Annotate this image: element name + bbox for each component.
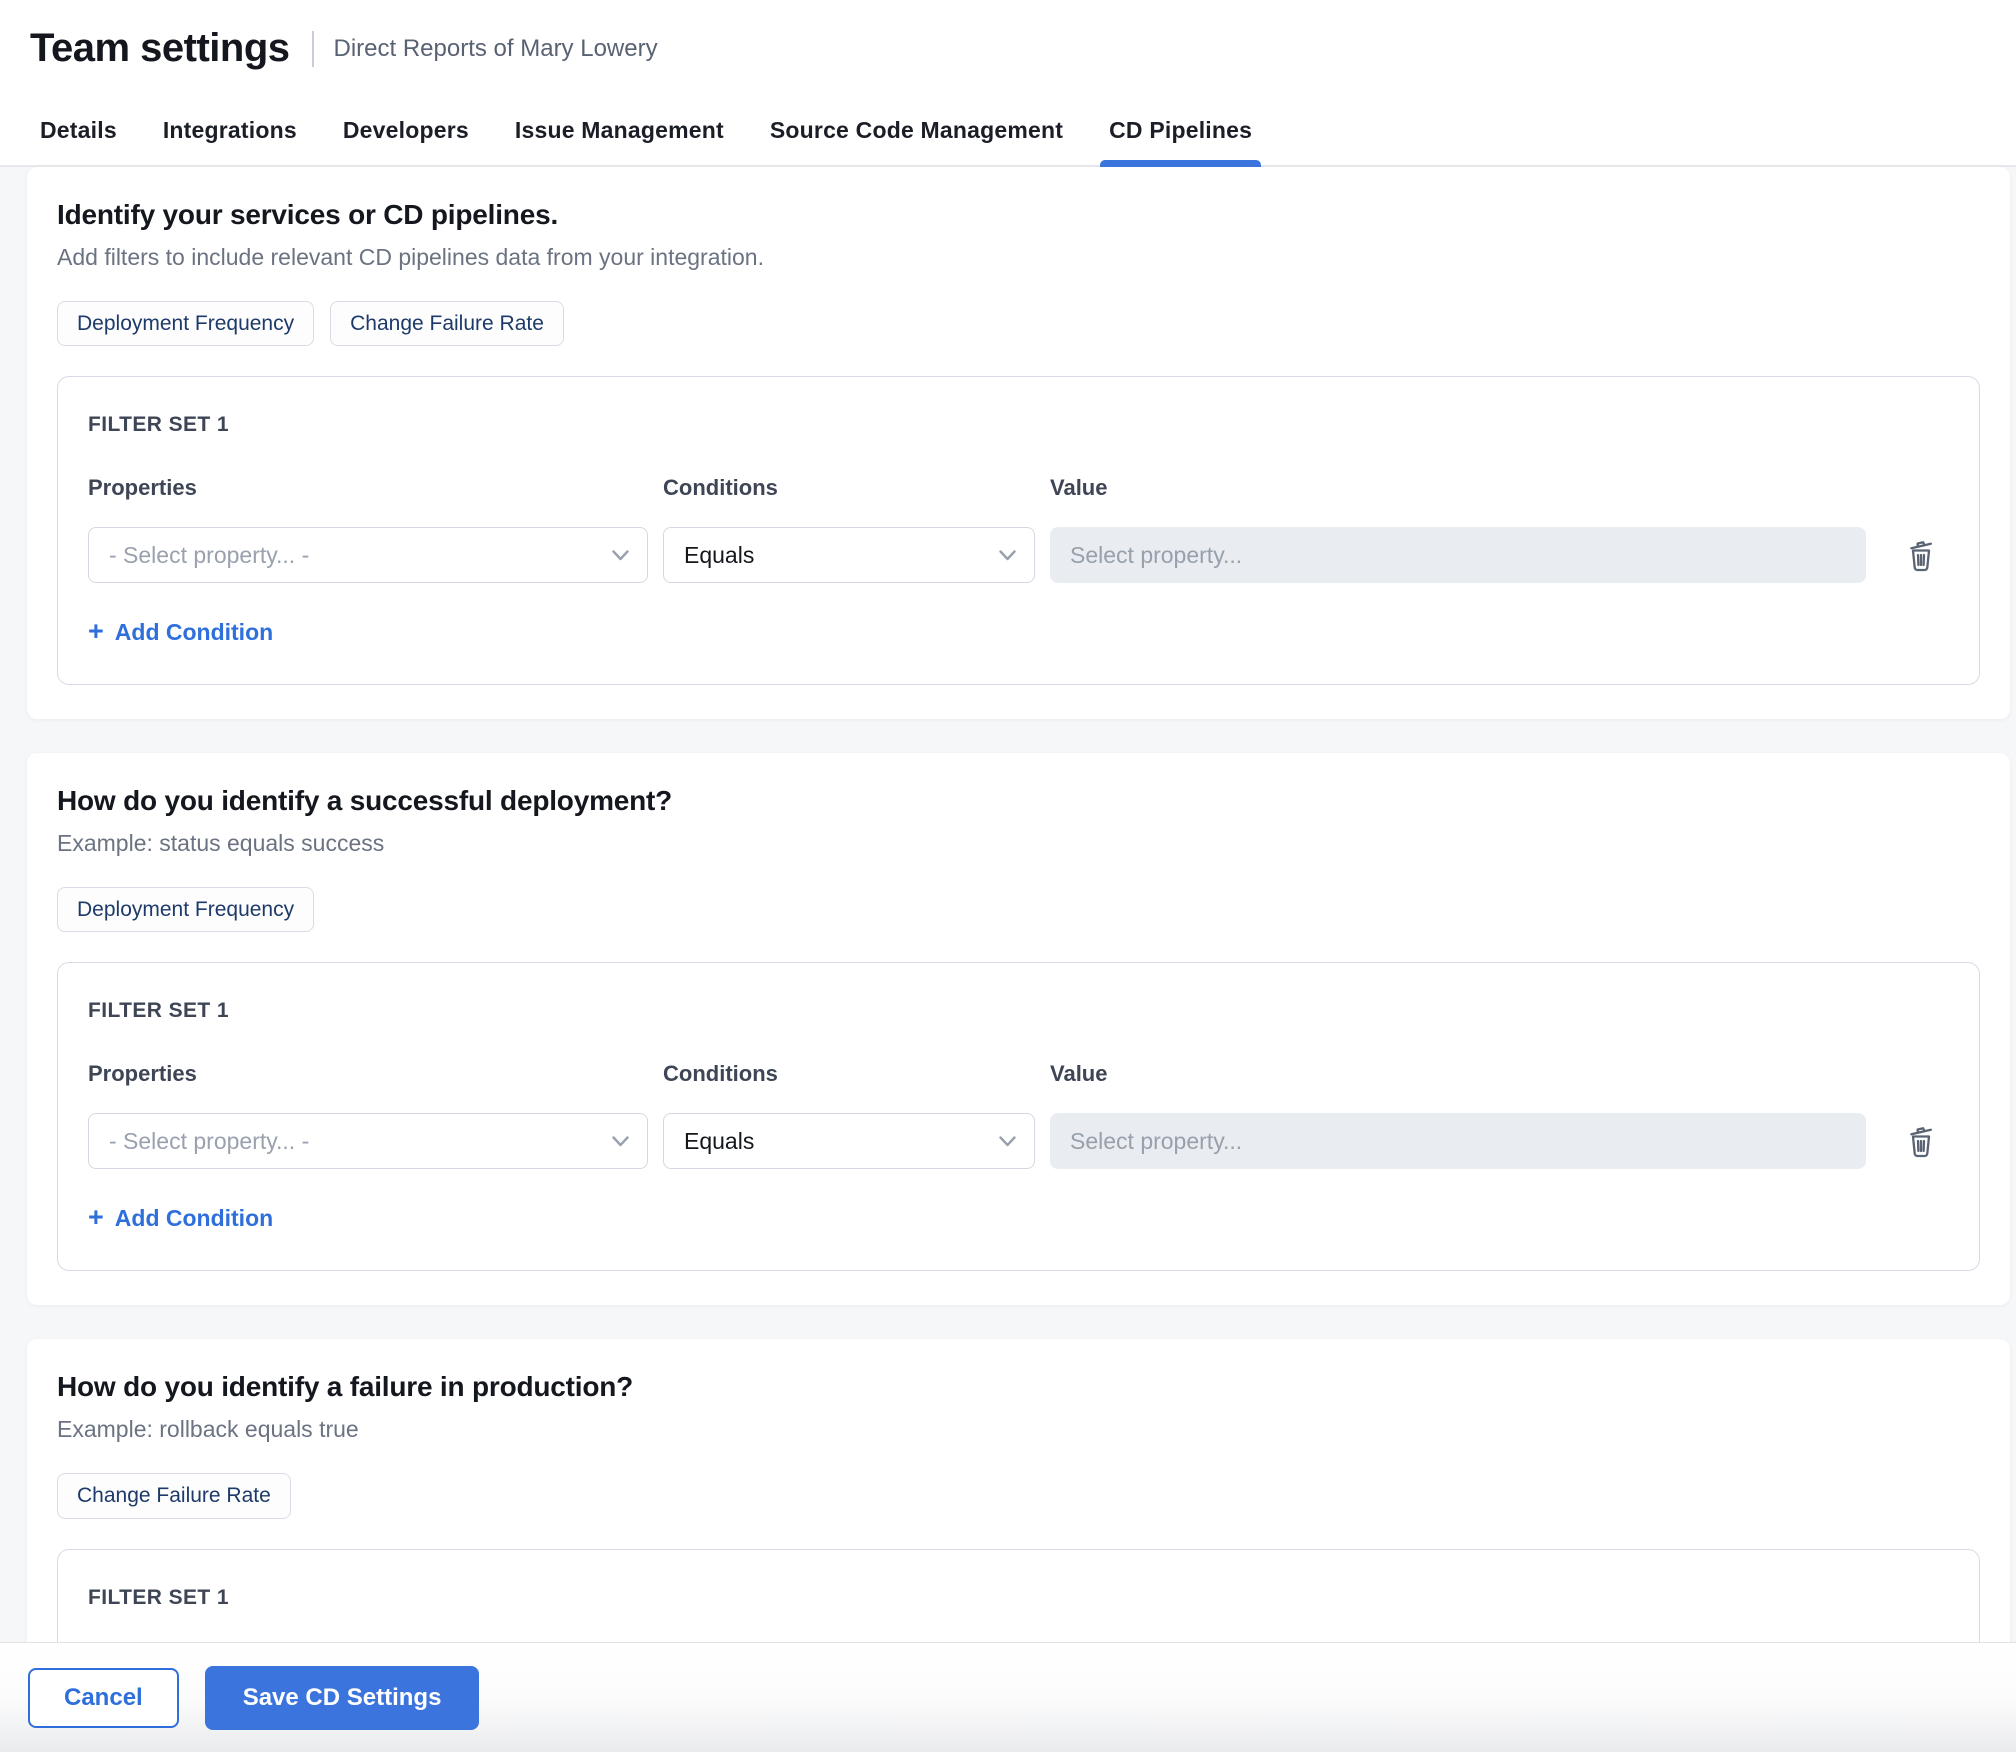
delete-filter-button[interactable] [1893,1113,1949,1169]
add-condition-label: Add Condition [115,619,273,646]
metric-badges: Deployment Frequency [57,887,1980,932]
page-subtitle: Direct Reports of Mary Lowery [334,35,658,63]
tab-integrations[interactable]: Integrations [163,95,297,165]
chevron-down-icon [612,550,629,561]
filter-set-title: FILTER SET 1 [88,999,1949,1023]
section-heading: How do you identify a failure in product… [57,1371,1980,1403]
trash-icon [1905,537,1937,573]
conditions-label: Conditions [663,1061,1035,1087]
filter-set-card: FILTER SET 1 Properties - Select propert… [57,962,1980,1271]
section-subheading: Add filters to include relevant CD pipel… [57,244,1980,271]
conditions-label: Conditions [663,475,1035,501]
value-input[interactable] [1050,1113,1866,1169]
filter-condition-row: Properties - Select property... - Condit… [88,1061,1949,1169]
tab-label: Developers [343,117,469,144]
cd-pipelines-panel: Identify your services or CD pipelines. … [0,167,2016,1752]
tab-label: Integrations [163,117,297,144]
property-select[interactable]: - Select property... - [88,1113,648,1169]
condition-select-value: Equals [684,542,754,569]
section-heading: How do you identify a successful deploym… [57,785,1980,817]
chevron-down-icon [999,1136,1016,1147]
footer-action-bar: Cancel Save CD Settings [0,1642,2016,1752]
property-select[interactable]: - Select property... - [88,527,648,583]
tab-issue-management[interactable]: Issue Management [515,95,724,165]
metric-badges: Deployment Frequency Change Failure Rate [57,301,1980,346]
save-cd-settings-button[interactable]: Save CD Settings [205,1666,480,1730]
section-subheading: Example: rollback equals true [57,1416,1980,1443]
tab-label: Issue Management [515,117,724,144]
value-input[interactable] [1050,527,1866,583]
tab-cd-pipelines[interactable]: CD Pipelines [1109,95,1252,165]
section-identify-services: Identify your services or CD pipelines. … [27,167,2010,719]
section-subheading: Example: status equals success [57,830,1980,857]
active-tab-indicator [1100,160,1261,167]
delete-filter-button[interactable] [1893,527,1949,583]
page-title: Team settings [30,26,290,71]
add-condition-button[interactable]: + Add Condition [88,619,273,646]
badge-deployment-frequency: Deployment Frequency [57,887,314,932]
badge-deployment-frequency: Deployment Frequency [57,301,314,346]
filter-condition-row: Properties - Select property... - Condit… [88,475,1949,583]
settings-tabbar: Details Integrations Developers Issue Ma… [0,95,2016,167]
tab-source-code-management[interactable]: Source Code Management [770,95,1063,165]
section-successful-deployment: How do you identify a successful deploym… [27,753,2010,1305]
property-select-placeholder: - Select property... - [109,542,309,569]
property-select-placeholder: - Select property... - [109,1128,309,1155]
properties-label: Properties [88,475,648,501]
badge-change-failure-rate: Change Failure Rate [57,1473,291,1518]
chevron-down-icon [612,1136,629,1147]
tab-label: Details [40,117,117,144]
filter-set-card: FILTER SET 1 Properties - Select propert… [57,376,1980,685]
metric-badges: Change Failure Rate [57,1473,1980,1518]
tab-developers[interactable]: Developers [343,95,469,165]
title-divider [312,31,314,67]
tab-details[interactable]: Details [40,95,117,165]
plus-icon: + [88,618,104,645]
add-condition-label: Add Condition [115,1205,273,1232]
cancel-button[interactable]: Cancel [28,1668,179,1728]
plus-icon: + [88,1204,104,1231]
tab-label: CD Pipelines [1109,117,1252,144]
tab-label: Source Code Management [770,117,1063,144]
value-label: Value [1050,475,1866,501]
page-header: Team settings Direct Reports of Mary Low… [0,0,2016,95]
team-settings-page: Team settings Direct Reports of Mary Low… [0,0,2016,1752]
filter-set-title: FILTER SET 1 [88,1586,1949,1610]
chevron-down-icon [999,550,1016,561]
properties-label: Properties [88,1061,648,1087]
add-condition-button[interactable]: + Add Condition [88,1205,273,1232]
condition-select[interactable]: Equals [663,527,1035,583]
condition-select-value: Equals [684,1128,754,1155]
condition-select[interactable]: Equals [663,1113,1035,1169]
badge-change-failure-rate: Change Failure Rate [330,301,564,346]
filter-set-title: FILTER SET 1 [88,413,1949,437]
trash-icon [1905,1123,1937,1159]
value-label: Value [1050,1061,1866,1087]
section-heading: Identify your services or CD pipelines. [57,199,1980,231]
